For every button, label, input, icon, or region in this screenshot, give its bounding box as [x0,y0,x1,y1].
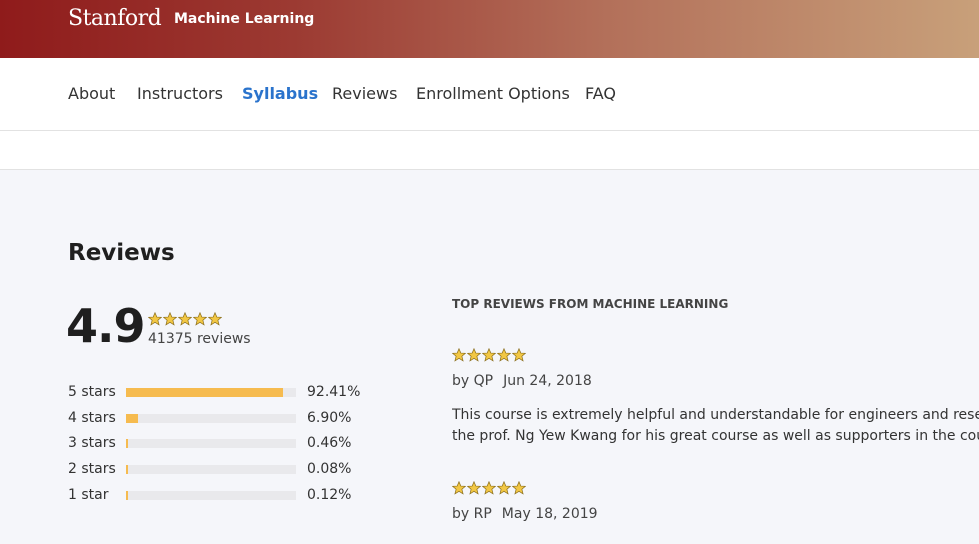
course-title[interactable]: Machine Learning [174,11,314,27]
nav-tab-faq[interactable]: FAQ [585,84,616,103]
star-icon [497,481,511,495]
star-icon [482,348,496,362]
star-icon [163,312,177,326]
star-icon [497,348,511,362]
star-icon [452,481,466,495]
nav-tab-instructors[interactable]: Instructors [137,84,223,103]
nav-tab-reviews[interactable]: Reviews [332,84,397,103]
stanford-logo[interactable]: Stanford [68,6,162,31]
star-icon [148,312,162,326]
reviews-heading: Reviews [68,240,175,266]
star-icon [178,312,192,326]
rating-row-percent: 0.08% [307,461,352,477]
rating-row-label: 3 stars [68,435,116,451]
rating-bar-track [126,465,296,474]
review-count: 41375 reviews [148,331,251,347]
rating-row-2: 2 stars 0.08% [68,459,368,479]
header-banner: Stanford Machine Learning [0,0,979,58]
star-icon [512,481,526,495]
rating-row-percent: 92.41% [307,384,361,400]
review-text-line: the prof. Ng Yew Kwang for his great cou… [452,428,979,444]
rating-row-label: 4 stars [68,410,116,426]
rating-bar-fill [126,414,138,423]
star-icon [208,312,222,326]
section-divider-strip [0,131,979,170]
rating-row-percent: 0.46% [307,435,352,451]
rating-row-1: 1 star 0.12% [68,485,368,505]
rating-row-label: 5 stars [68,384,116,400]
review-date: May 18, 2019 [501,506,598,522]
rating-row-3: 3 stars 0.46% [68,433,368,453]
rating-row-percent: 6.90% [307,410,352,426]
rating-row-percent: 0.12% [307,487,352,503]
rating-row-4: 4 stars 6.90% [68,408,368,428]
star-icon [452,348,466,362]
review-meta: by RP May 18, 2019 [452,506,598,522]
review-meta: by QP Jun 24, 2018 [452,373,592,389]
star-icon [512,348,526,362]
rating-bar-track [126,491,296,500]
course-nav: About Instructors Syllabus Reviews Enrol… [0,58,979,131]
top-reviews-heading: TOP REVIEWS FROM MACHINE LEARNING [452,297,729,311]
star-icon [467,348,481,362]
rating-bar-fill [126,439,128,448]
star-icon [482,481,496,495]
rating-bar-fill [126,491,128,500]
average-rating: 4.9 [66,299,145,353]
review-stars [452,348,526,362]
rating-bar-track [126,439,296,448]
review-author: by RP [452,506,492,522]
star-icon [467,481,481,495]
star-icon [193,312,207,326]
average-rating-stars [148,312,222,326]
rating-row-label: 2 stars [68,461,116,477]
nav-tab-about[interactable]: About [68,84,115,103]
rating-row-5: 5 stars 92.41% [68,382,368,402]
rating-bar-track [126,414,296,423]
rating-bar-track [126,388,296,397]
rating-bar-fill [126,465,128,474]
review-stars [452,481,526,495]
rating-row-label: 1 star [68,487,109,503]
nav-tab-enrollment-options[interactable]: Enrollment Options [416,84,570,103]
review-date: Jun 24, 2018 [503,373,592,389]
rating-bar-fill [126,388,283,397]
review-text-line: This course is extremely helpful and und… [452,407,979,423]
nav-tab-syllabus[interactable]: Syllabus [242,84,318,103]
review-author: by QP [452,373,494,389]
